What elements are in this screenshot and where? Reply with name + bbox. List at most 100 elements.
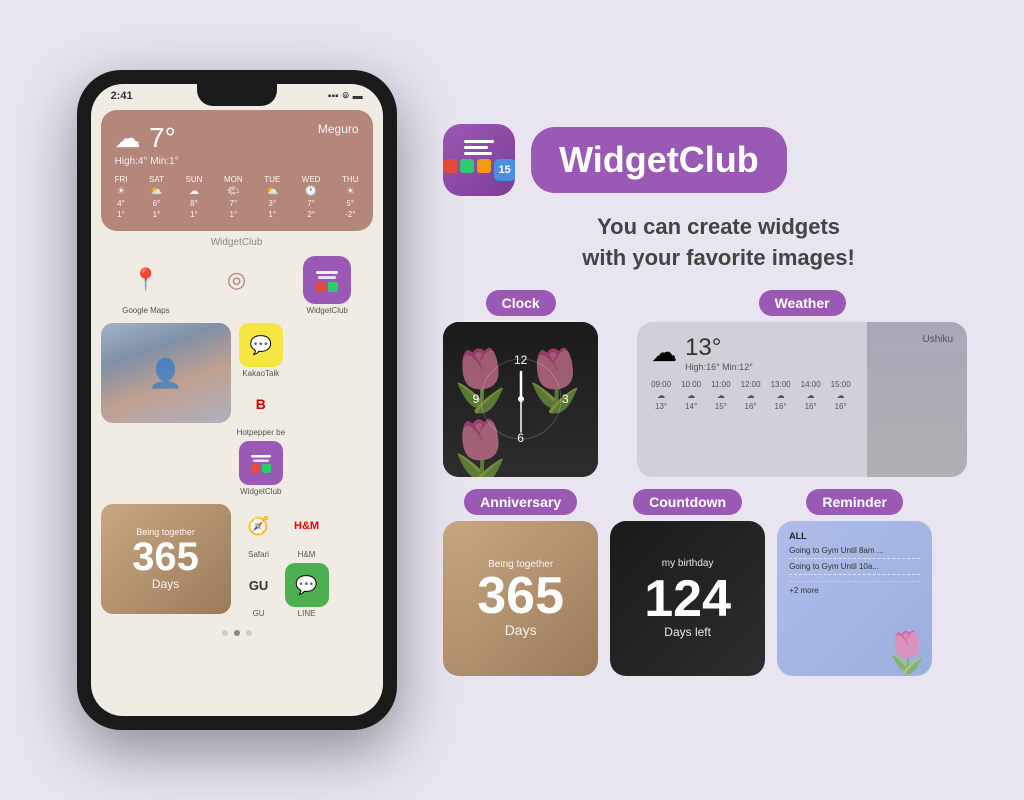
phone-weather-hilo: High:4° Min:1° xyxy=(115,156,359,167)
clock-svg xyxy=(476,354,566,444)
anniversary-widget-col: Anniversary Being together 365 Days xyxy=(443,489,598,676)
widgetclub-label-1: WidgetClub xyxy=(307,306,348,315)
gu-icon: GU xyxy=(237,563,281,607)
widgetclub-app-2[interactable]: WidgetClub xyxy=(237,441,285,496)
line-icon: 💬 xyxy=(285,563,329,607)
reminder-preview[interactable]: 🌷 ALL Going to Gym Until 8am ... Going t… xyxy=(777,521,932,676)
reminder-flower-decoration: 🌷 xyxy=(882,629,932,676)
hm-app[interactable]: H&M H&M xyxy=(285,504,329,559)
phone-right-icons: 💬 KakaoTalk B Hotpepper be xyxy=(237,323,285,496)
weather-preview-cloud-icon: ☁ xyxy=(651,337,677,368)
widget-row-2: Anniversary Being together 365 Days Coun… xyxy=(443,489,994,676)
anniversary-preview-days: Days xyxy=(505,622,537,638)
google-maps-app[interactable]: 📍 Google Maps xyxy=(122,256,170,315)
orange-square-icon xyxy=(477,159,491,173)
phone-app-row-1: 📍 Google Maps ◎ xyxy=(91,252,383,319)
anniversary-preview-label: Being together xyxy=(488,559,553,570)
widget-grid: Clock 🌷🌷🌷 12 3 6 9 xyxy=(443,290,994,676)
app-tagline: You can create widgets with your favorit… xyxy=(443,212,994,274)
countdown-badge: Countdown xyxy=(633,489,742,515)
green-square-icon xyxy=(460,159,474,173)
dot-3 xyxy=(246,630,252,636)
reminder-more: +2 more xyxy=(789,586,920,595)
battery-icon: ▬ xyxy=(353,91,363,102)
weather-preview-location: Ushiku xyxy=(922,334,953,345)
gu-app[interactable]: GU GU xyxy=(237,563,281,618)
weather-preview-days: 09:00☁13° 10:00☁14° 11:00☁15° 12:00☁16° … xyxy=(651,380,953,411)
countdown-number: 124 xyxy=(644,573,731,625)
countdown-widget-col: Countdown my birthday 124 Days left xyxy=(610,489,765,676)
status-icons: ▪▪▪ ⌾ ▬ xyxy=(328,91,363,102)
widgetclub-icon-1 xyxy=(303,256,351,304)
dot-2 xyxy=(234,630,240,636)
icon-line-1 xyxy=(464,140,494,143)
clock-widget-col: Clock 🌷🌷🌷 12 3 6 9 xyxy=(443,290,598,477)
phone-weather-temp: 7° xyxy=(149,122,176,153)
app-name-badge: WidgetClub xyxy=(531,127,787,193)
countdown-title: my birthday xyxy=(662,558,714,569)
phone-anniversary-row: Being together 365 Days 🧭 Safari H&M H&M xyxy=(91,500,383,622)
hotpepper-app[interactable]: B Hotpepper be xyxy=(237,382,285,437)
phone-photo-row: 👤 💬 KakaoTalk B Hotpepper be xyxy=(91,319,383,500)
countdown-label: Days left xyxy=(664,625,711,639)
icon-line-2 xyxy=(464,146,488,149)
weather-widget-col: Weather ☁ 13° High:16° Min:12° xyxy=(610,290,994,477)
phone-ann-label: Being together xyxy=(136,527,195,537)
anniversary-badge: Anniversary xyxy=(464,489,577,515)
line-app[interactable]: 💬 LINE xyxy=(285,563,329,618)
phone-weather-location: Meguro xyxy=(318,122,359,136)
hotpepper-icon: B xyxy=(239,382,283,426)
phone-anniversary-widget[interactable]: Being together 365 Days xyxy=(101,504,231,614)
widgetclub-label-2: WidgetClub xyxy=(240,487,281,496)
reminder-item-3 xyxy=(789,575,920,582)
dot-1 xyxy=(222,630,228,636)
tagline-line-2: with your favorite images! xyxy=(443,243,994,274)
red-square-icon xyxy=(443,159,457,173)
weather-preview-hilo: High:16° Min:12° xyxy=(685,362,753,372)
clock-badge: Clock xyxy=(486,290,556,316)
widgetclub-icon-2 xyxy=(239,441,283,485)
weather-preview[interactable]: ☁ 13° High:16° Min:12° Ushiku 09:00☁13° … xyxy=(637,322,967,477)
phone-frame: 2:41 ▪▪▪ ⌾ ▬ ☁ 7° Meguro High:4° Min:1° xyxy=(77,70,397,730)
tagline-line-1: You can create widgets xyxy=(443,212,994,243)
kakaotalk-icon: 💬 xyxy=(239,323,283,367)
hm-icon: H&M xyxy=(285,504,329,548)
anniversary-preview[interactable]: Being together 365 Days xyxy=(443,521,598,676)
signal-icon: ▪▪▪ xyxy=(328,91,339,102)
anniversary-preview-num: 365 xyxy=(477,570,564,622)
phone-safari-hm-row: 🧭 Safari H&M H&M xyxy=(237,504,329,559)
reminder-badge: Reminder xyxy=(806,489,903,515)
version-number: 15 xyxy=(494,159,516,181)
phone-photo[interactable]: 👤 xyxy=(101,323,231,423)
icon-line-3 xyxy=(464,152,492,155)
reminder-item-1: Going to Gym Until 8am ... xyxy=(789,543,920,559)
app-icon-lines-decoration xyxy=(464,140,494,155)
countdown-preview[interactable]: my birthday 124 Days left xyxy=(610,521,765,676)
phone-gu-line-row: GU GU 💬 LINE xyxy=(237,563,329,618)
phone-weather-days: FRI☀4°1° SAT⛅6°1° SUN☁8°1° MON🌤7°1° TUE⛅… xyxy=(115,175,359,219)
phone-time: 2:41 xyxy=(111,90,133,102)
reminder-item-2: Going to Gym Until 10a... xyxy=(789,559,920,575)
wifi-icon: ⌾ xyxy=(343,91,349,102)
kakaotalk-app[interactable]: 💬 KakaoTalk xyxy=(237,323,285,378)
circle-app[interactable]: ◎ xyxy=(213,256,261,315)
weather-badge: Weather xyxy=(759,290,846,316)
phone-page-dots xyxy=(91,622,383,640)
phone-widgetclub-label: WidgetClub xyxy=(91,237,383,248)
google-maps-label: Google Maps xyxy=(122,306,170,315)
phone-right-apps: 🧭 Safari H&M H&M GU GU xyxy=(237,504,329,618)
phone-ann-number: 365 xyxy=(132,537,199,577)
circle-icon: ◎ xyxy=(213,256,261,304)
phone-cloud-icon: ☁ xyxy=(115,123,141,153)
widgetclub-app-1[interactable]: WidgetClub xyxy=(303,256,351,315)
kakaotalk-label: KakaoTalk xyxy=(242,369,279,378)
phone-weather-widget[interactable]: ☁ 7° Meguro High:4° Min:1° FRI☀4°1° SAT⛅… xyxy=(101,110,373,231)
safari-app[interactable]: 🧭 Safari xyxy=(237,504,281,559)
phone-section: 2:41 ▪▪▪ ⌾ ▬ ☁ 7° Meguro High:4° Min:1° xyxy=(30,70,443,730)
google-maps-icon: 📍 xyxy=(122,256,170,304)
hotpepper-label: Hotpepper be xyxy=(237,428,285,437)
right-section: 15 WidgetClub You can create widgets wit… xyxy=(443,124,994,676)
weather-preview-temp: 13° xyxy=(685,334,753,362)
phone-screen: 2:41 ▪▪▪ ⌾ ▬ ☁ 7° Meguro High:4° Min:1° xyxy=(91,84,383,716)
clock-preview[interactable]: 🌷🌷🌷 12 3 6 9 xyxy=(443,322,598,477)
